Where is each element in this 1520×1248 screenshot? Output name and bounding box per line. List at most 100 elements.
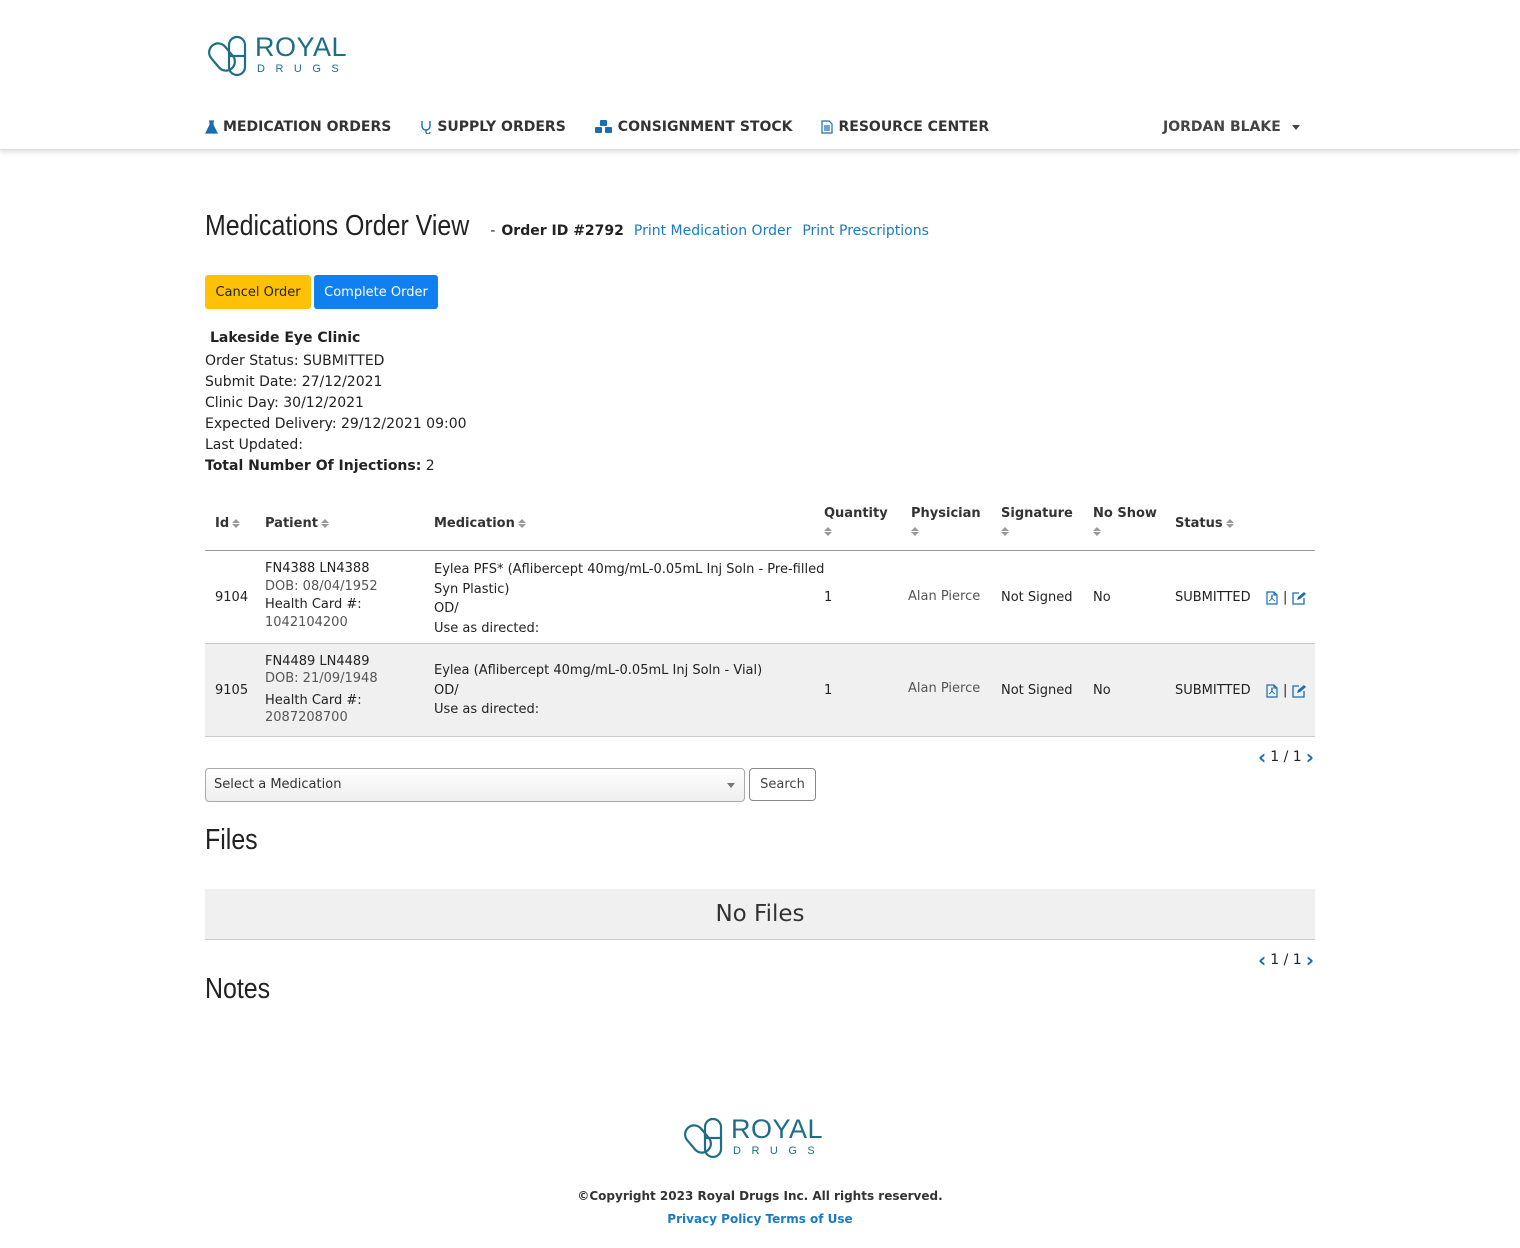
stethoscope-icon	[421, 121, 432, 134]
sort-icon	[1093, 526, 1101, 536]
row-status: SUBMITTED	[1175, 590, 1251, 605]
total-injections-value: 2	[425, 458, 435, 474]
page-indicator: 1 / 1	[1270, 749, 1302, 765]
footer-logo[interactable]: ROYAL DRUGS	[683, 1114, 843, 1160]
print-prescriptions-link[interactable]: Print Prescriptions	[802, 223, 929, 239]
document-icon	[821, 120, 834, 134]
action-divider: |	[1283, 590, 1288, 605]
health-card-number: 1042104200	[265, 615, 348, 630]
order-id: Order ID #2792	[501, 223, 624, 239]
chevron-right-icon[interactable]: ›	[1306, 950, 1314, 970]
flask-icon	[205, 120, 218, 134]
medication-directions: Use as directed:	[434, 620, 540, 636]
header-id[interactable]: Id	[215, 516, 241, 531]
submit-date: Submit Date: 27/12/2021	[205, 374, 383, 390]
signature-status: Not Signed	[1001, 683, 1073, 698]
medication-cell: Eylea (Aflibercept 40mg/mL-0.05mL Inj So…	[434, 661, 762, 720]
logo-wordmark: ROYAL DRUGS	[731, 1114, 825, 1158]
nav-label: RESOURCE CENTER	[838, 119, 990, 135]
sort-icon	[1225, 519, 1234, 528]
patient-name: FN4388 LN4388	[265, 561, 370, 576]
page-title: Medications Order View	[205, 210, 470, 242]
nav-consignment-stock[interactable]: CONSIGNMENT STOCK	[594, 119, 792, 135]
terms-of-use-link[interactable]: Terms of Use	[766, 1212, 853, 1226]
medication-name: Eylea PFS* (Aflibercept 40mg/mL-0.05mL I…	[434, 562, 825, 577]
header-label: Signature	[1001, 506, 1073, 521]
row-id: 9105	[215, 683, 249, 698]
search-button[interactable]: Search	[749, 768, 816, 801]
total-injections: Total Number Of Injections: 2	[205, 456, 467, 477]
no-show: No	[1093, 590, 1111, 605]
pdf-icon[interactable]	[1266, 590, 1278, 605]
copyright-text: ©Copyright 2023 Royal Drugs Inc. All rig…	[577, 1189, 943, 1203]
royal-drugs-logo[interactable]: ROYAL DRUGS	[207, 32, 367, 78]
logo-royal-text: ROYAL	[255, 32, 348, 62]
dropdown-arrow-icon	[727, 783, 735, 788]
header-status[interactable]: Status	[1175, 516, 1234, 531]
quantity: 1	[824, 590, 833, 605]
header-label: Quantity	[824, 506, 888, 521]
chevron-left-icon[interactable]: ‹	[1258, 747, 1266, 767]
pdf-icon[interactable]	[1266, 683, 1278, 698]
pill-logo-icon	[208, 35, 247, 77]
user-dropdown[interactable]: JORDAN BLAKE	[1163, 119, 1300, 135]
row-actions: |	[1266, 590, 1307, 605]
sort-icon	[824, 526, 832, 536]
medication-select[interactable]: Select a Medication	[205, 768, 745, 802]
chevron-left-icon[interactable]: ‹	[1258, 950, 1266, 970]
header-quantity[interactable]: Quantity	[824, 506, 888, 536]
order-status: Order Status: SUBMITTED	[205, 353, 385, 369]
medication-name-cont: Syn Plastic)	[434, 581, 510, 597]
print-medication-order-link[interactable]: Print Medication Order	[634, 223, 791, 239]
header-signature[interactable]: Signature	[1001, 506, 1073, 536]
page-indicator: 1 / 1	[1270, 952, 1302, 968]
select-placeholder: Select a Medication	[214, 777, 342, 792]
sort-icon	[320, 519, 329, 528]
nav-resource-center[interactable]: RESOURCE CENTER	[821, 119, 989, 135]
files-pagination: ‹ 1 / 1 ›	[1258, 950, 1314, 970]
sort-icon	[232, 519, 241, 528]
physician: Alan Pierce	[908, 681, 981, 696]
user-name: JORDAN BLAKE	[1163, 119, 1281, 135]
title-row: Medications Order View - Order ID #2792 …	[205, 210, 940, 243]
medication-name: Eylea (Aflibercept 40mg/mL-0.05mL Inj So…	[434, 663, 763, 678]
medication-eye: OD/	[434, 601, 459, 616]
privacy-policy-link[interactable]: Privacy Policy	[667, 1212, 761, 1226]
logo-drugs-text: DRUGS	[733, 1145, 826, 1157]
nav-label: MEDICATION ORDERS	[223, 119, 392, 135]
no-show: No	[1093, 683, 1111, 698]
nav-medication-orders[interactable]: MEDICATION ORDERS	[205, 119, 391, 135]
no-files-text: No Files	[715, 901, 805, 927]
logo-drugs-text: DRUGS	[257, 63, 350, 75]
table-pagination: ‹ 1 / 1 ›	[1258, 747, 1314, 767]
nav-supply-orders[interactable]: SUPPLY ORDERS	[420, 119, 566, 135]
sort-icon	[911, 526, 919, 536]
patient-name: FN4489 LN4489	[265, 654, 370, 669]
header-patient[interactable]: Patient	[265, 516, 329, 531]
chevron-down-icon	[1291, 124, 1300, 130]
complete-order-button[interactable]: Complete Order	[314, 275, 438, 309]
main-nav: MEDICATION ORDERS SUPPLY ORDERS CONSIGNM…	[205, 119, 1018, 135]
clinic-name: Lakeside Eye Clinic	[210, 330, 361, 346]
edit-icon[interactable]	[1292, 684, 1307, 698]
health-card-label: Health Card #:	[265, 597, 362, 612]
action-divider: |	[1283, 683, 1288, 698]
cancel-order-button[interactable]: Cancel Order	[205, 275, 311, 309]
signature-status: Not Signed	[1001, 590, 1073, 605]
row-id: 9104	[215, 590, 249, 605]
medication-table: Id Patient Medication Quantity Physician…	[205, 496, 1315, 737]
physician: Alan Pierce	[908, 589, 981, 604]
header-no-show[interactable]: No Show	[1093, 506, 1157, 536]
header-physician[interactable]: Physician	[911, 506, 981, 536]
header-label: Status	[1175, 516, 1223, 531]
chevron-right-icon[interactable]: ›	[1306, 747, 1314, 767]
top-header: ROYAL DRUGS MEDICATION ORDERS SUPPLY ORD…	[0, 0, 1520, 150]
logo-wordmark: ROYAL DRUGS	[255, 32, 349, 76]
footer-links: Privacy Policy Terms of Use	[0, 1212, 1520, 1226]
header-label: Patient	[265, 516, 318, 531]
header-label: No Show	[1093, 506, 1157, 521]
header-medication[interactable]: Medication	[434, 516, 526, 531]
edit-icon[interactable]	[1292, 591, 1307, 605]
no-files-panel: No Files	[205, 889, 1315, 940]
last-updated: Last Updated:	[205, 437, 303, 453]
